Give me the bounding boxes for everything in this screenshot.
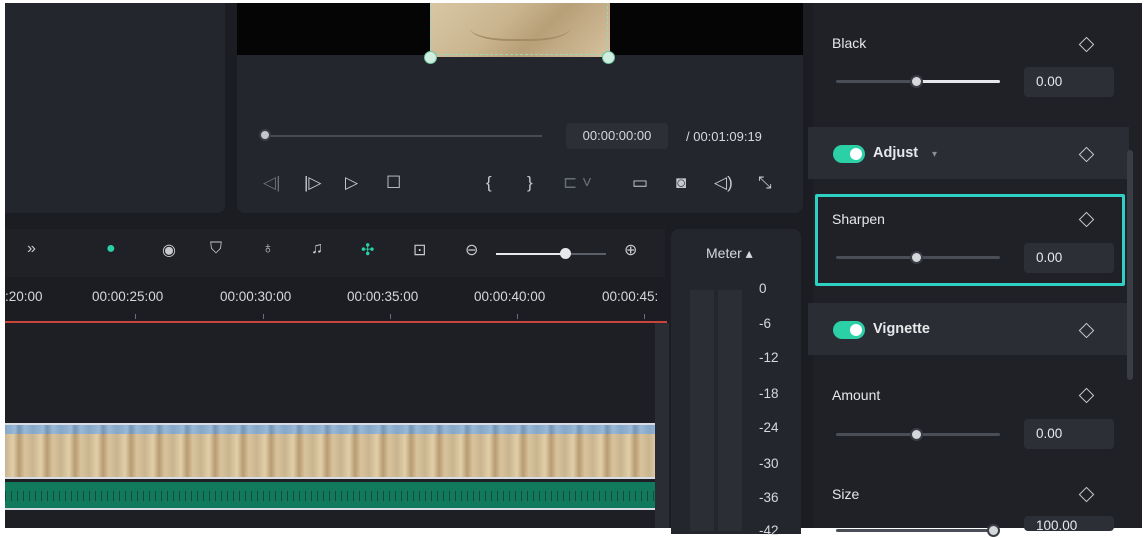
zoom-in-icon[interactable]: ⊕: [624, 240, 637, 260]
meter-label: -18: [759, 386, 779, 401]
zoom-out-icon[interactable]: ⊖: [465, 240, 478, 260]
video-canvas: [237, 3, 803, 57]
step-forward-icon[interactable]: |▷: [304, 173, 322, 193]
adjust-label: Adjust: [873, 145, 919, 161]
zoom-slider-knob[interactable]: [560, 248, 571, 259]
camera-icon[interactable]: ◙: [676, 173, 686, 193]
audio-waveform: [5, 491, 655, 501]
preview-scrubber[interactable]: [262, 135, 542, 137]
music-list-icon[interactable]: ♫: [311, 240, 323, 258]
scrubber-knob[interactable]: [259, 129, 271, 141]
chevron-down-icon[interactable]: ▾: [932, 149, 937, 160]
ruler-label: :20:00: [5, 289, 43, 304]
media-panel: [5, 3, 225, 213]
black-value-input[interactable]: 0.00: [1024, 67, 1114, 97]
meter-label: -30: [759, 456, 779, 471]
ruler-tick: [135, 314, 136, 319]
microphone-icon[interactable]: ♁: [262, 240, 274, 258]
black-label: Black: [832, 35, 867, 51]
total-duration: / 00:01:09:19: [686, 129, 762, 144]
meter-label: 0: [759, 281, 767, 296]
auto-beat-icon[interactable]: ◉: [162, 240, 176, 260]
ruler-tick: [390, 314, 391, 319]
meter-label: -24: [759, 420, 779, 435]
ruler-label: 00:00:45:: [602, 289, 659, 304]
ruler-label: 00:00:40:00: [474, 289, 546, 304]
amount-label: Amount: [832, 387, 881, 403]
video-clip-thumbnails: [5, 425, 655, 434]
stop-icon[interactable]: ☐: [386, 173, 401, 193]
mark-out-icon[interactable]: }: [527, 173, 533, 193]
black-slider-knob[interactable]: [910, 75, 923, 88]
volume-icon[interactable]: ◁): [714, 173, 733, 193]
ruler-tick: [517, 314, 518, 319]
ruler-label: 00:00:25:00: [92, 289, 164, 304]
more-tools-button[interactable]: »: [27, 240, 36, 258]
marker-icon[interactable]: ⛉: [210, 240, 222, 258]
size-label: Size: [832, 486, 860, 502]
amount-slider-knob[interactable]: [910, 428, 923, 441]
vignette-toggle[interactable]: [833, 321, 865, 339]
current-time[interactable]: 00:00:00:00: [566, 123, 668, 149]
zoom-slider-fill: [496, 253, 565, 255]
display-settings-icon[interactable]: ▭: [632, 173, 648, 193]
step-back-icon[interactable]: ◁|: [263, 173, 281, 193]
vignette-label: Vignette: [873, 321, 930, 337]
fullscreen-icon[interactable]: ⤡: [758, 173, 772, 193]
resize-handle-right[interactable]: [602, 51, 615, 64]
ruler-label: 00:00:35:00: [347, 289, 419, 304]
play-icon[interactable]: ▷: [345, 173, 358, 193]
ai-assistant-icon[interactable]: ●: [106, 240, 116, 258]
mark-in-icon[interactable]: {: [486, 173, 492, 193]
size-value-input[interactable]: 100.00: [1024, 516, 1114, 531]
ruler-label: 00:00:30:00: [220, 289, 292, 304]
sharpen-highlight-box: [815, 194, 1125, 286]
meter-bar-left: [690, 290, 714, 531]
meter-label: -6: [759, 316, 772, 331]
adjust-toggle[interactable]: [833, 145, 865, 163]
split-icon[interactable]: ✣: [361, 240, 374, 260]
amount-value-input[interactable]: 0.00: [1024, 419, 1114, 449]
meter-label: -12: [759, 350, 779, 365]
selection-box[interactable]: [430, 3, 608, 55]
render-icon[interactable]: ⊏ ˅: [563, 173, 592, 193]
timeline-scrollbar[interactable]: [655, 323, 669, 528]
properties-scrollbar[interactable]: [1127, 150, 1133, 380]
fit-icon[interactable]: ⊡: [413, 240, 426, 260]
black-slider-fill: [916, 80, 1000, 83]
meter-bar-right: [718, 290, 742, 531]
meter-label: -36: [759, 490, 779, 505]
ruler-tick: [644, 314, 645, 319]
resize-handle-left[interactable]: [424, 51, 437, 64]
ruler-tick: [263, 314, 264, 319]
meter-title[interactable]: Meter ▴: [706, 245, 753, 262]
